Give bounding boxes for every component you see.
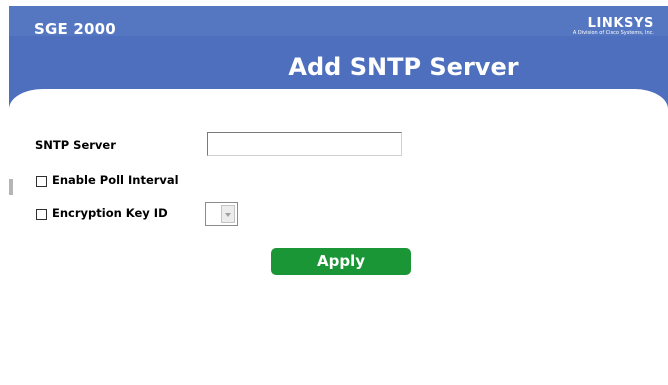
apply-button[interactable]: Apply: [271, 248, 411, 275]
sntp-server-label: SNTP Server: [35, 138, 116, 152]
encryption-key-select[interactable]: [205, 202, 238, 226]
encryption-key-label: Encryption Key ID: [52, 206, 168, 220]
sntp-server-input[interactable]: [207, 132, 402, 156]
brand-tagline: A Division of Cisco Systems, Inc.: [572, 30, 654, 36]
enable-poll-checkbox[interactable]: [36, 176, 47, 187]
brand-name: LINKSYS: [587, 16, 654, 31]
encryption-key-checkbox[interactable]: [36, 209, 47, 220]
brand-logo: LINKSYS A Division of Cisco Systems, Inc…: [573, 17, 654, 36]
left-rail: [9, 179, 13, 195]
product-name: SGE 2000: [34, 20, 116, 38]
enable-poll-label: Enable Poll Interval: [52, 173, 179, 187]
chevron-down-icon: [225, 213, 231, 217]
select-dropdown-button[interactable]: [221, 205, 235, 223]
page-title: Add SNTP Server: [288, 53, 519, 81]
dialog-window: SGE 2000 LINKSYS A Division of Cisco Sys…: [9, 6, 668, 385]
